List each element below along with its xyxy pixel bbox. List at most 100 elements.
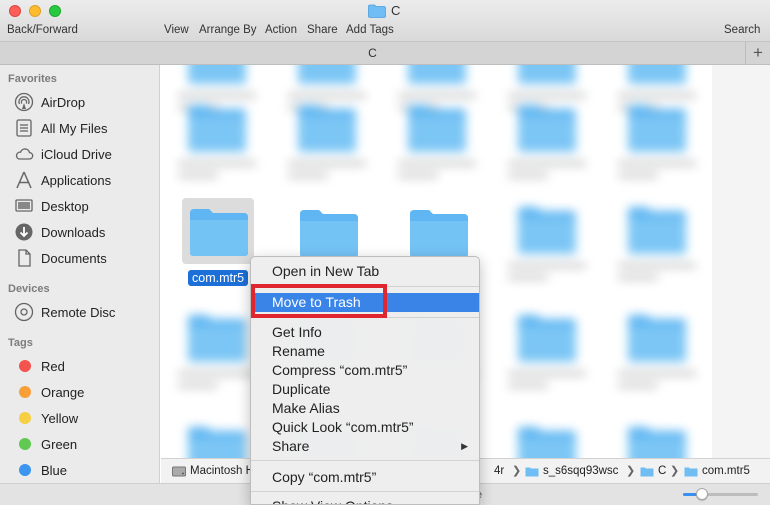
- icon-size-slider[interactable]: [683, 488, 758, 500]
- folder-name-blurred: [508, 173, 548, 178]
- path-item-com-mtr5[interactable]: com.mtr5: [684, 465, 750, 477]
- tab-current[interactable]: C: [0, 46, 745, 60]
- disc-icon: [14, 302, 34, 322]
- folder-name-blurred: [618, 383, 658, 388]
- folder-icon[interactable]: [406, 103, 468, 153]
- menu-item-duplicate[interactable]: Duplicate: [251, 380, 479, 399]
- menu-item-open-in-new-tab[interactable]: Open in New Tab: [251, 262, 479, 281]
- folder-icon[interactable]: [186, 313, 248, 363]
- sidebar-item-label: Documents: [41, 250, 107, 266]
- chevron-right-icon: ❯: [512, 465, 522, 477]
- sidebar-item-tag-red[interactable]: Red: [14, 355, 65, 377]
- tab-bar: C +: [0, 42, 770, 65]
- sidebar-item-icloud-drive[interactable]: iCloud Drive: [14, 143, 112, 165]
- path-item-c[interactable]: C: [640, 465, 666, 477]
- submenu-arrow-icon: ▶: [461, 441, 468, 451]
- toolbar: C Back/Forward View Arrange By Action Sh…: [0, 0, 770, 42]
- menu-separator: [251, 460, 479, 461]
- menu-item-label: Share: [272, 438, 310, 454]
- sidebar-item-tag-orange[interactable]: Orange: [14, 381, 84, 403]
- close-window-button[interactable]: [9, 5, 21, 17]
- sidebar-item-label: All My Files: [41, 120, 108, 136]
- menu-item-quick-look[interactable]: Quick Look “com.mtr5”: [251, 418, 479, 437]
- action-button[interactable]: Action: [265, 24, 297, 36]
- folder-name-blurred: [508, 161, 586, 166]
- menu-item-rename[interactable]: Rename: [251, 342, 479, 361]
- sidebar-item-airdrop[interactable]: AirDrop: [14, 91, 85, 113]
- search-button[interactable]: Search: [724, 24, 760, 36]
- sidebar-header-devices: Devices: [8, 283, 50, 295]
- zoom-window-button[interactable]: [49, 5, 61, 17]
- chevron-right-icon: ❯: [626, 465, 636, 477]
- folder-icon[interactable]: [186, 425, 248, 458]
- arrange-by-button[interactable]: Arrange By: [199, 24, 257, 36]
- sidebar-item-remote-disc[interactable]: Remote Disc: [14, 301, 115, 323]
- sidebar-header-favorites: Favorites: [8, 73, 57, 85]
- folder-name-blurred: [398, 173, 438, 178]
- add-tags-button[interactable]: Add Tags: [346, 24, 394, 36]
- path-item-disk[interactable]: Macintosh H: [172, 465, 254, 477]
- sidebar-item-tag-green[interactable]: Green: [14, 433, 77, 455]
- new-tab-button[interactable]: +: [745, 42, 770, 64]
- folder-icon[interactable]: [409, 208, 469, 258]
- menu-item-share[interactable]: Share ▶: [251, 437, 479, 456]
- folder-icon: [640, 467, 654, 476]
- slider-knob[interactable]: [695, 488, 708, 500]
- sidebar-item-label: Red: [41, 358, 65, 374]
- folder-icon[interactable]: [296, 103, 358, 153]
- folder-icon[interactable]: [626, 65, 688, 85]
- path-item-label: s_s6sqq93wsc: [543, 465, 619, 477]
- menu-separator: [251, 491, 479, 492]
- sidebar-item-label: Applications: [41, 172, 112, 188]
- folder-icon[interactable]: [626, 205, 688, 255]
- folder-icon[interactable]: [626, 103, 688, 153]
- folder-icon[interactable]: [516, 313, 578, 363]
- sidebar-item-documents[interactable]: Documents: [14, 247, 107, 269]
- folder-icon[interactable]: [406, 65, 468, 85]
- back-forward-button[interactable]: Back/Forward: [7, 24, 78, 36]
- selected-folder-name[interactable]: com.mtr5: [188, 270, 249, 286]
- folder-name-blurred: [508, 371, 586, 376]
- folder-icon[interactable]: [186, 65, 248, 85]
- sidebar-item-label: Green: [41, 436, 78, 452]
- annotation-highlight-box: [251, 284, 387, 318]
- sidebar-item-applications[interactable]: Applications: [14, 169, 111, 191]
- minimize-window-button[interactable]: [29, 5, 41, 17]
- folder-icon[interactable]: [299, 208, 359, 258]
- view-button[interactable]: View: [164, 24, 189, 36]
- sidebar-item-tag-yellow[interactable]: Yellow: [14, 407, 78, 429]
- folder-icon[interactable]: [189, 207, 249, 257]
- sidebar-item-tag-blue[interactable]: Blue: [14, 459, 67, 481]
- applications-icon: [16, 171, 32, 189]
- folder-icon[interactable]: [516, 205, 578, 255]
- menu-item-show-view-options[interactable]: Show View Options: [251, 497, 479, 504]
- path-item-4r[interactable]: 4r: [494, 465, 504, 477]
- share-button[interactable]: Share: [307, 24, 338, 36]
- sidebar-item-desktop[interactable]: Desktop: [14, 195, 89, 217]
- folder-name-blurred: [618, 275, 658, 280]
- folder-name-blurred: [178, 371, 256, 376]
- menu-item-copy[interactable]: Copy “com.mtr5”: [251, 468, 479, 487]
- folder-name-blurred: [288, 161, 366, 166]
- folder-icon[interactable]: [296, 65, 358, 85]
- sidebar-item-downloads[interactable]: Downloads: [14, 221, 105, 243]
- folder-icon[interactable]: [516, 65, 578, 85]
- sidebar-item-label: Yellow: [41, 410, 79, 426]
- folder-name-blurred: [398, 161, 476, 166]
- sidebar-header-tags: Tags: [8, 337, 33, 349]
- folder-icon[interactable]: [516, 103, 578, 153]
- folder-name-blurred: [508, 93, 586, 98]
- folder-name-blurred: [178, 383, 218, 388]
- folder-name-blurred: [618, 173, 658, 178]
- sidebar-item-all-my-files[interactable]: All My Files: [14, 117, 107, 139]
- desktop-icon: [15, 199, 33, 212]
- path-item-s-s6sqq[interactable]: s_s6sqq93wsc: [525, 465, 618, 477]
- folder-icon[interactable]: [626, 425, 688, 458]
- folder-name-blurred: [508, 263, 586, 268]
- folder-icon[interactable]: [516, 425, 578, 458]
- menu-item-compress[interactable]: Compress “com.mtr5”: [251, 361, 479, 380]
- menu-item-make-alias[interactable]: Make Alias: [251, 399, 479, 418]
- folder-icon[interactable]: [186, 103, 248, 153]
- folder-icon[interactable]: [626, 313, 688, 363]
- menu-item-get-info[interactable]: Get Info: [251, 323, 479, 342]
